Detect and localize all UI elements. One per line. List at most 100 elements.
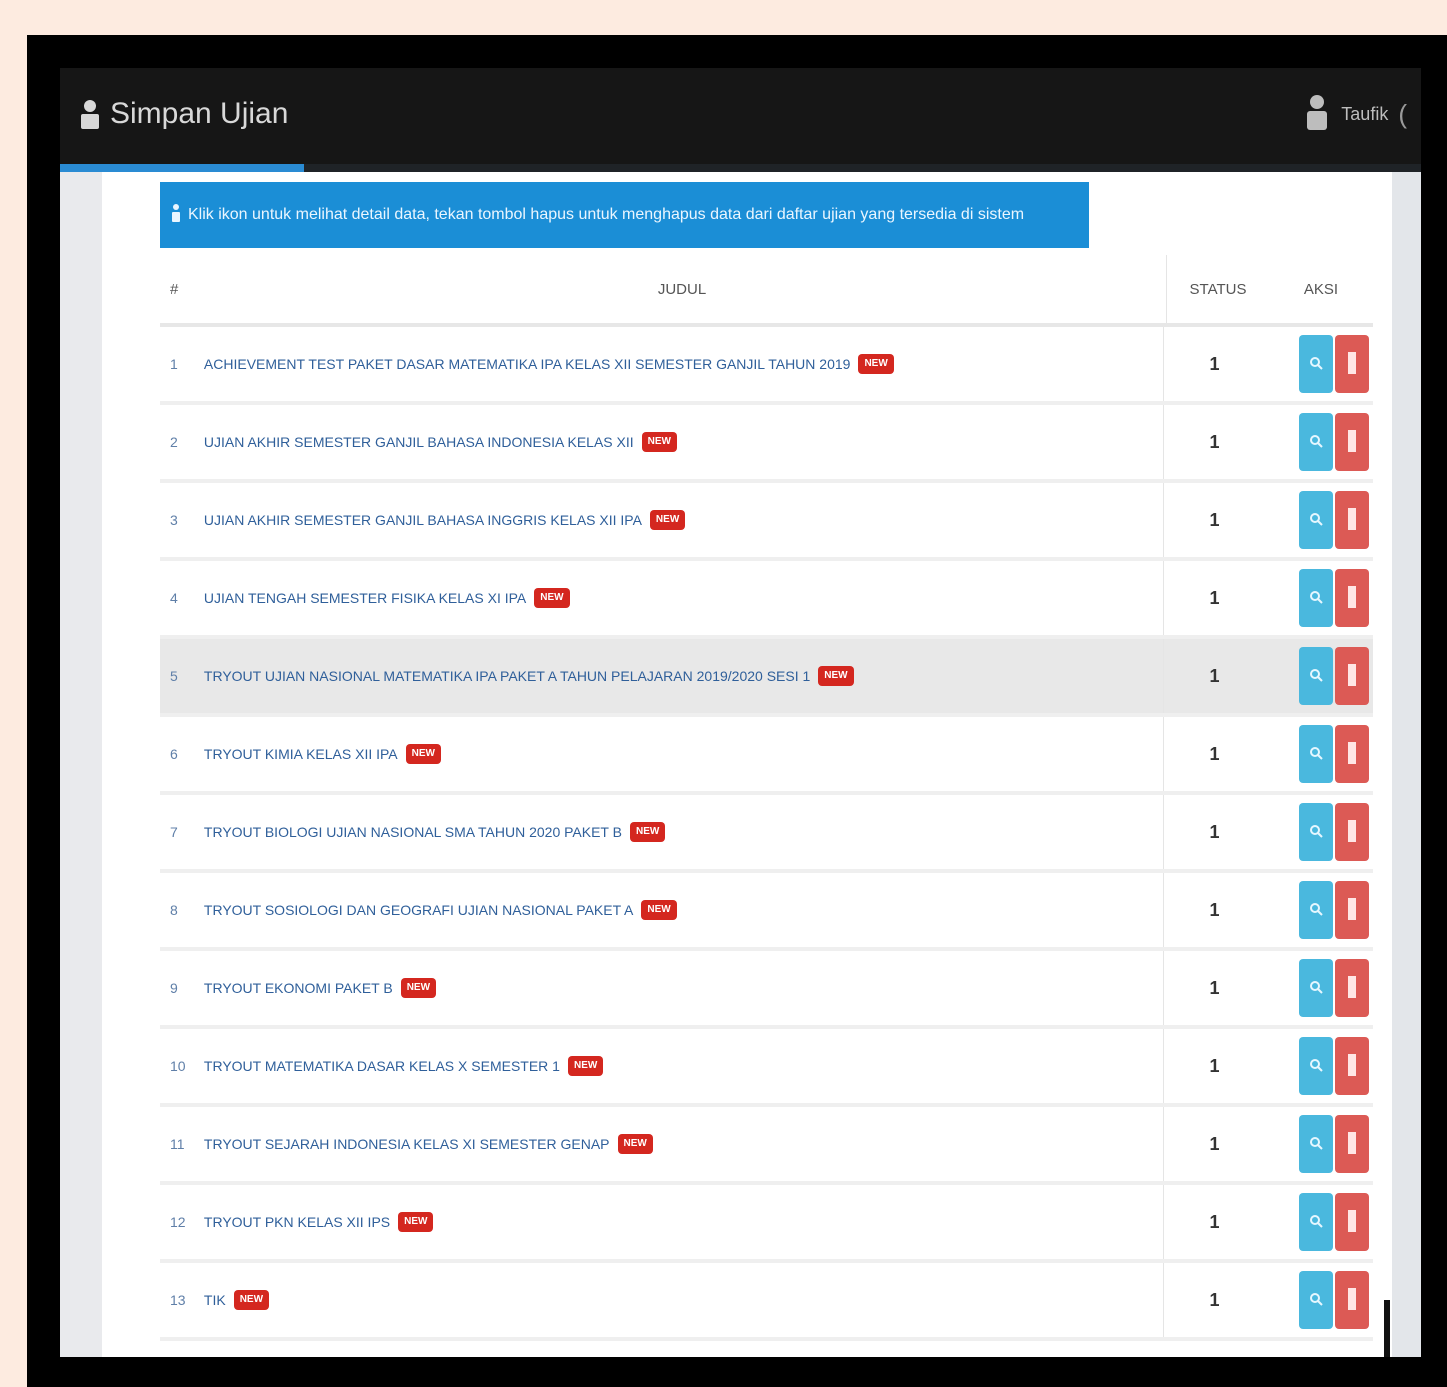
delete-button[interactable] [1335, 959, 1369, 1017]
delete-button[interactable] [1335, 569, 1369, 627]
table-row[interactable]: 7 TRYOUT BIOLOGI UJIAN NASIONAL SMA TAHU… [160, 795, 1373, 873]
row-title-link[interactable]: TRYOUT SOSIOLOGI DAN GEOGRAFI UJIAN NASI… [204, 902, 633, 918]
view-button[interactable] [1299, 413, 1333, 471]
row-actions [1265, 1037, 1373, 1095]
delete-button[interactable] [1335, 1115, 1369, 1173]
row-number: 5 [170, 668, 178, 684]
header-nama: JUDUL [198, 255, 1167, 323]
table-row[interactable]: 6 TRYOUT KIMIA KELAS XII IPA NEW 1 [160, 717, 1373, 795]
row-title-link[interactable]: TRYOUT MATEMATIKA DASAR KELAS X SEMESTER… [204, 1058, 560, 1074]
search-icon [1309, 1136, 1323, 1153]
delete-button[interactable] [1335, 1193, 1369, 1251]
trash-icon [1347, 1208, 1357, 1237]
delete-button[interactable] [1335, 725, 1369, 783]
delete-button[interactable] [1335, 647, 1369, 705]
table-row[interactable]: 2 UJIAN AKHIR SEMESTER GANJIL BAHASA IND… [160, 405, 1373, 483]
alert-text: Klik ikon untuk melihat detail data, tek… [188, 206, 1025, 223]
search-icon [1309, 356, 1323, 373]
view-button[interactable] [1299, 1115, 1333, 1173]
table-row[interactable]: 3 UJIAN AKHIR SEMESTER GANJIL BAHASA ING… [160, 483, 1373, 561]
view-button[interactable] [1299, 569, 1333, 627]
view-button[interactable] [1299, 725, 1333, 783]
table-row[interactable]: 1 ACHIEVEMENT TEST PAKET DASAR MATEMATIK… [160, 327, 1373, 405]
row-title-link[interactable]: TRYOUT SEJARAH INDONESIA KELAS XI SEMEST… [204, 1136, 610, 1152]
new-badge: NEW [567, 1056, 604, 1076]
scrollbar-handle[interactable] [1384, 1300, 1390, 1357]
table-row[interactable]: 5 TRYOUT UJIAN NASIONAL MATEMATIKA IPA P… [160, 639, 1373, 717]
delete-button[interactable] [1335, 1037, 1369, 1095]
view-button[interactable] [1299, 647, 1333, 705]
view-button[interactable] [1299, 881, 1333, 939]
search-icon [1309, 824, 1323, 841]
row-actions [1265, 803, 1373, 861]
row-number: 2 [170, 434, 178, 450]
header-aksi: AKSI [1303, 280, 1339, 298]
view-button[interactable] [1299, 803, 1333, 861]
search-icon [1309, 590, 1323, 607]
row-title-cell: TRYOUT BIOLOGI UJIAN NASIONAL SMA TAHUN … [198, 795, 1164, 869]
row-title-link[interactable]: TIK [204, 1292, 226, 1308]
table-row[interactable]: 10 TRYOUT MATEMATIKA DASAR KELAS X SEMES… [160, 1029, 1373, 1107]
table-row[interactable]: 11 TRYOUT SEJARAH INDONESIA KELAS XI SEM… [160, 1107, 1373, 1185]
row-title-cell: TRYOUT KIMIA KELAS XII IPA NEW [198, 717, 1164, 791]
new-badge: NEW [398, 1212, 434, 1232]
new-badge: NEW [534, 588, 570, 608]
nav-active-indicator [60, 164, 304, 172]
view-button[interactable] [1299, 1037, 1333, 1095]
delete-button[interactable] [1335, 335, 1369, 393]
row-status: 1 [1209, 1055, 1220, 1076]
exam-table: # JUDUL STATUS AKSI 1 ACHIEVEMENT TEST P… [160, 255, 1373, 1341]
delete-button[interactable] [1335, 803, 1369, 861]
new-badge: NEW [641, 900, 677, 920]
row-title-link[interactable]: UJIAN TENGAH SEMESTER FISIKA KELAS XI IP… [204, 590, 526, 606]
new-badge: NEW [818, 666, 854, 686]
row-number: 7 [170, 824, 178, 840]
row-title-cell: TRYOUT EKONOMI PAKET B NEW [198, 951, 1164, 1025]
row-actions [1265, 1115, 1373, 1173]
row-title-link[interactable]: ACHIEVEMENT TEST PAKET DASAR MATEMATIKA … [204, 356, 851, 372]
row-status: 1 [1209, 977, 1220, 998]
row-title-cell: ACHIEVEMENT TEST PAKET DASAR MATEMATIKA … [198, 327, 1164, 401]
view-button[interactable] [1299, 1193, 1333, 1251]
row-status: 1 [1209, 587, 1220, 608]
row-title-cell: UJIAN AKHIR SEMESTER GANJIL BAHASA INDON… [198, 405, 1164, 479]
brand[interactable]: Simpan Ujian [78, 90, 288, 138]
row-title-link[interactable]: UJIAN AKHIR SEMESTER GANJIL BAHASA INDON… [204, 434, 634, 450]
view-button[interactable] [1299, 335, 1333, 393]
header-status: STATUS [1189, 280, 1247, 298]
user-menu[interactable]: Taufik ( [1303, 90, 1407, 138]
header-no: # [170, 280, 179, 298]
table-row[interactable]: 13 TIK NEW 1 [160, 1263, 1373, 1341]
row-title-cell: UJIAN AKHIR SEMESTER GANJIL BAHASA INGGR… [198, 483, 1164, 557]
view-button[interactable] [1299, 1271, 1333, 1329]
row-status: 1 [1209, 899, 1220, 920]
row-actions [1265, 491, 1373, 549]
table-body: 1 ACHIEVEMENT TEST PAKET DASAR MATEMATIK… [160, 327, 1373, 1341]
row-title-link[interactable]: UJIAN AKHIR SEMESTER GANJIL BAHASA INGGR… [204, 512, 642, 528]
sidebar [60, 172, 102, 1357]
new-badge: NEW [858, 354, 894, 374]
table-row[interactable]: 4 UJIAN TENGAH SEMESTER FISIKA KELAS XI … [160, 561, 1373, 639]
delete-button[interactable] [1335, 491, 1369, 549]
row-actions [1265, 1193, 1373, 1251]
table-row[interactable]: 9 TRYOUT EKONOMI PAKET B NEW 1 [160, 951, 1373, 1029]
view-button[interactable] [1299, 959, 1333, 1017]
table-row[interactable]: 12 TRYOUT PKN KELAS XII IPS NEW 1 [160, 1185, 1373, 1263]
row-status: 1 [1209, 353, 1220, 374]
view-button[interactable] [1299, 491, 1333, 549]
row-title-link[interactable]: TRYOUT KIMIA KELAS XII IPA [204, 746, 398, 762]
row-number: 4 [170, 590, 178, 606]
delete-button[interactable] [1335, 1271, 1369, 1329]
new-badge: NEW [400, 978, 437, 998]
row-title-link[interactable]: TRYOUT BIOLOGI UJIAN NASIONAL SMA TAHUN … [204, 824, 622, 840]
row-title-link[interactable]: TRYOUT EKONOMI PAKET B [204, 980, 393, 996]
row-actions [1265, 959, 1373, 1017]
search-icon [1309, 980, 1323, 997]
row-title-link[interactable]: TRYOUT UJIAN NASIONAL MATEMATIKA IPA PAK… [204, 668, 810, 684]
table-row[interactable]: 8 TRYOUT SOSIOLOGI DAN GEOGRAFI UJIAN NA… [160, 873, 1373, 951]
delete-button[interactable] [1335, 413, 1369, 471]
row-actions [1265, 569, 1373, 627]
row-status: 1 [1209, 1133, 1220, 1154]
row-title-link[interactable]: TRYOUT PKN KELAS XII IPS [204, 1214, 390, 1230]
delete-button[interactable] [1335, 881, 1369, 939]
